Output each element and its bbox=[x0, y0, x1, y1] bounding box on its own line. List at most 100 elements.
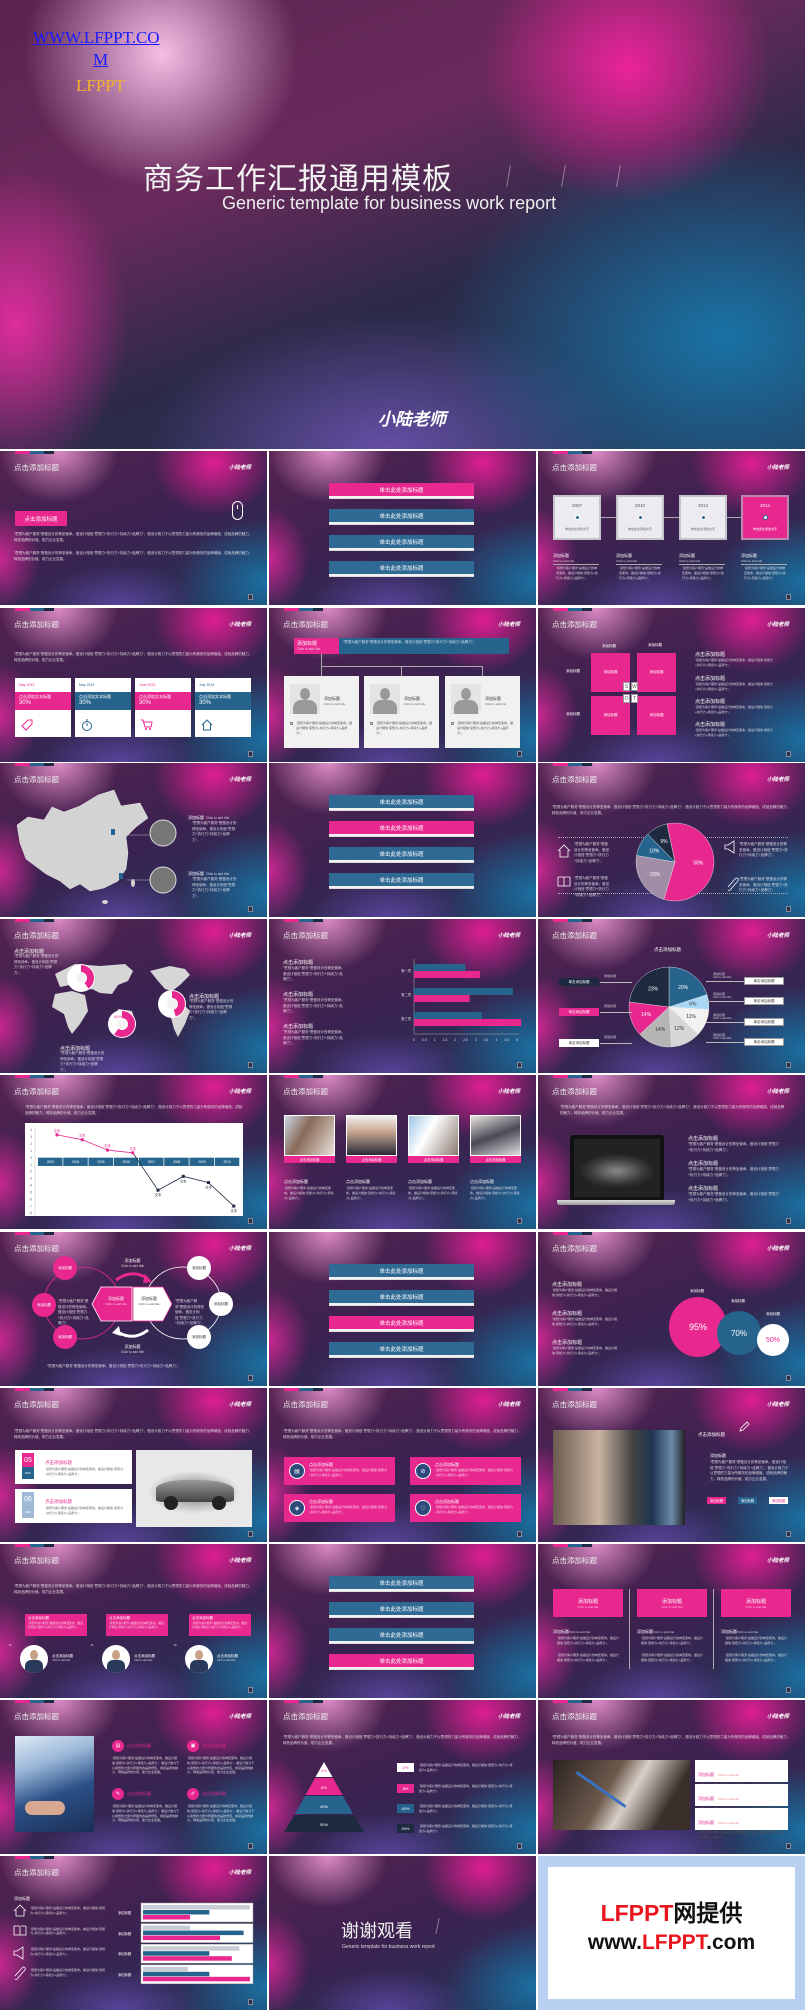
section-item[interactable]: 单击此处添加标题 bbox=[329, 1316, 474, 1331]
slide-timeline[interactable]: 2007 单击此处添加文字 添加标题 Click to add title “思想为客户… bbox=[538, 451, 805, 605]
section-item[interactable]: 单击此处添加标题 bbox=[329, 1290, 474, 1305]
paperclip-icon bbox=[14, 1966, 26, 1980]
slide-handshake[interactable]: ▤ 点击添加标题 “思想为客户服务”是做设计的神圣使命。做设计相信“思想力+执行力+… bbox=[0, 1700, 267, 1854]
year-label: 2005 bbox=[97, 1160, 105, 1164]
pyramid-legend-box: 2% bbox=[397, 1763, 414, 1772]
callout-button[interactable]: 单击添加标题 bbox=[744, 1038, 784, 1046]
stat-value: 30% bbox=[19, 700, 32, 706]
slide-thanks[interactable]: 谢谢观看 Generic template for business work … bbox=[269, 1856, 536, 2010]
section-item[interactable]: 单击此处添加标题 bbox=[329, 873, 474, 888]
slide-bar-chart[interactable]: 点击添加标题 “思想为客户服务”是做设计的神圣使命。做设计相信“思想力+执行力+… bbox=[269, 919, 536, 1073]
accent-bar-blue bbox=[299, 1388, 313, 1391]
section-slide-2[interactable]: 单击此处添加标题 单击此处添加标题 单击此处添加标题 单击此处添加标题 bbox=[269, 763, 536, 917]
section-item[interactable]: 单击此处添加标题 bbox=[329, 795, 474, 810]
slide-china-map[interactable]: 添加标题 Click to add title “思想为客户服务”是做设计的神圣… bbox=[0, 763, 267, 917]
slide-swot[interactable]: 添加标题 添加标题 添加标题 添加标题 S W O T 添加标题 添加标题 添加标题 添加标题 点击添加… bbox=[538, 608, 805, 762]
cover-slide[interactable]: WWW.LFPPT.CO M LFPPT 商务工作汇报通用模板 Generic … bbox=[0, 0, 805, 449]
tag-button-white[interactable]: 添加标题 bbox=[769, 1497, 788, 1504]
body-paragraph: “思想为客户服务”是做设计的神圣使命。做设计相信“思想力+执行力+持续力+品牌力… bbox=[14, 652, 253, 662]
callout-button[interactable]: 单击添加标题 bbox=[744, 977, 784, 985]
info-card-text: “思想为客户服务”是做设计的神圣使命。做设计相信“思想力+执行力+持续力+品牌力… bbox=[698, 1830, 784, 1839]
section-item[interactable]: 单击此处添加标题 bbox=[329, 1628, 474, 1643]
website-link-continued[interactable]: M bbox=[93, 50, 108, 70]
timeline-sublabel: Click to add title bbox=[679, 559, 701, 563]
section-item[interactable]: 单击此处添加标题 bbox=[329, 535, 474, 550]
slide-intro-text[interactable]: 点击添加标题 “思想为客户服务”是做设计的神圣使命。做设计相信“思想力+执行力+… bbox=[0, 451, 267, 605]
section-item[interactable]: 单击此处添加标题 bbox=[329, 561, 474, 576]
accent-bar-blue bbox=[568, 1388, 582, 1391]
year-label: 2009 bbox=[198, 1160, 206, 1164]
accent-bar-navy bbox=[44, 1856, 54, 1859]
tag-button-blue[interactable]: 添加标题 bbox=[738, 1497, 757, 1504]
slide-team[interactable]: 添加标题 Click to add title “思想为客户服务”是做设计的神圣… bbox=[269, 608, 536, 762]
callout-button[interactable]: 单击添加标题 bbox=[559, 1008, 599, 1016]
accent-bar-navy bbox=[44, 1232, 54, 1235]
column-label: 添加标题 bbox=[553, 1629, 569, 1634]
slide-title: 点击添加标题 bbox=[552, 1556, 597, 1565]
section-item[interactable]: 单击此处添加标题 bbox=[329, 1654, 474, 1669]
icon-box-text: “思想为客户服务”是做设计的神圣使命。做设计相信“思想力+执行力+持续力+品牌力… bbox=[435, 1468, 513, 1477]
slide-laptop[interactable]: “思想为客户服务”是做设计的神圣使命。做设计相信“思想力+执行力+持续力+品牌力… bbox=[538, 1075, 805, 1229]
slide-pie-chart-labels[interactable]: 点击添加标题 20% 6% 11% 12% 14% 14% 23% 单击添加标题 添加标题 单击… bbox=[538, 919, 805, 1073]
bullet-text: “思想为客户服务”是做设计的神圣使命。做设计相信“思想力+执行力+持续力+品牌力… bbox=[47, 1364, 181, 1368]
note-title: 点击添加标题 bbox=[552, 1282, 583, 1288]
title-button[interactable]: 点击添加标题 bbox=[15, 511, 67, 526]
bar-pink bbox=[143, 1956, 232, 1961]
slide-four-cards[interactable]: “思想为客户服务”是做设计的神圣使命。做设计相信“思想力+执行力+持续力+品牌力… bbox=[0, 608, 267, 762]
callout-label: 添加标题 bbox=[604, 1004, 617, 1008]
slide-world-map[interactable]: 40% 60% 45% 点击添加标题 “思想为客户服务”是做设计的神圣使命。做设计相… bbox=[0, 919, 267, 1073]
section-item[interactable]: 单击此处添加标题 bbox=[329, 1602, 474, 1617]
paperclip-icon bbox=[727, 877, 739, 891]
slide-cycle[interactable]: 添加标题 添加标题 添加标题 添加标题 添加标题 添加标题 添加标题 Click to ad… bbox=[0, 1232, 267, 1386]
avatar-head bbox=[195, 1650, 203, 1660]
slide-photo-feature[interactable]: 点击添加标题 添加标题 “思想为客户服务”是做设计的神圣使命。做设计相信“思想力… bbox=[538, 1388, 805, 1542]
website-link[interactable]: WWW.LFPPT.CO bbox=[33, 28, 160, 48]
slide-photos[interactable]: 点击添加标题 点击添加标题 “思想为客户服务”是做设计的神圣使命。做设计相信“思想力… bbox=[269, 1075, 536, 1229]
accent-bar-navy bbox=[313, 1700, 323, 1703]
column-subtitle: Click to add title bbox=[745, 1604, 767, 1609]
quote-box: 点击添加标题 “思想为客户服务”是做设计的神圣使命。做设计相信“思想力+执行力+持… bbox=[189, 1614, 251, 1636]
y-tick-label: -1 bbox=[29, 1163, 32, 1167]
promo-slide[interactable]: LFPPT网提供 www.LFPPT.com bbox=[538, 1856, 805, 2010]
promo-line-2[interactable]: www.LFPPT.com bbox=[538, 1931, 805, 1955]
section-slide-4[interactable]: 单击此处添加标题 单击此处添加标题 单击此处添加标题 单击此处添加标题 bbox=[269, 1544, 536, 1698]
callout-button[interactable]: 单击添加标题 bbox=[744, 1018, 784, 1026]
quote-text: “思想为客户服务”是做设计的神圣使命。做设计相信“思想力+执行力+持续力+品牌力… bbox=[109, 1621, 165, 1630]
accent-bar-navy bbox=[44, 1700, 54, 1703]
callout-button[interactable]: 单击添加标题 bbox=[559, 1039, 599, 1047]
pie2-label: 23% bbox=[648, 986, 659, 992]
heart-icon: ♡ bbox=[415, 1500, 431, 1516]
callout-button[interactable]: 单击添加标题 bbox=[559, 978, 599, 986]
slide-dated-cards[interactable]: “思想为客户服务”是做设计的神圣使命。做设计相信“思想力+执行力+持续力+品牌力… bbox=[0, 1388, 267, 1542]
section-item[interactable]: 单击此处添加标题 bbox=[329, 1576, 474, 1591]
swot-item-text: “思想为客户服务”是做设计的神圣使命。做设计相信“思想力+执行力+持续力+品牌力… bbox=[695, 728, 773, 737]
slide-grouped-bars[interactable]: 添加标题 “思想为客户服务”是做设计的神圣使命。做设计相信“思想力+执行力+持续… bbox=[0, 1856, 267, 2010]
slide-circles[interactable]: 点击添加标题 “思想为客户服务”是做设计的神圣使命。做设计相信“思想力+执行力+持… bbox=[538, 1232, 805, 1386]
section-item[interactable]: 单击此处添加标题 bbox=[329, 1264, 474, 1279]
bar-grey bbox=[143, 1905, 250, 1910]
slide-pie-chart[interactable]: “思想为客户服务”是做设计的神圣使命。做设计相信“思想力+执行力+持续力+品牌力… bbox=[538, 763, 805, 917]
section-item[interactable]: 单击此处添加标题 bbox=[329, 1342, 474, 1357]
section-item[interactable]: 单击此处添加标题 bbox=[329, 483, 474, 498]
slide-icon-boxes[interactable]: “思想为客户服务”是做设计的神圣使命。做设计相信“思想力+执行力+持续力+品牌力… bbox=[269, 1388, 536, 1542]
section-slide-3[interactable]: 单击此处添加标题 单击此处添加标题 单击此处添加标题 单击此处添加标题 bbox=[269, 1232, 536, 1386]
callout-button[interactable]: 单击添加标题 bbox=[744, 997, 784, 1005]
accent-bar-blue bbox=[299, 1700, 313, 1703]
tag-button-pink[interactable]: 添加标题 bbox=[707, 1497, 726, 1504]
team-card: 添加标题 Click to add title “思想为客户服务”是做设计的神圣使命… bbox=[445, 676, 520, 748]
section-slide-1[interactable]: 单击此处添加标题 单击此处添加标题 单击此处添加标题 单击此处添加标题 bbox=[269, 451, 536, 605]
section-item[interactable]: 单击此处添加标题 bbox=[329, 509, 474, 524]
section-item[interactable]: 单击此处添加标题 bbox=[329, 821, 474, 836]
section-item[interactable]: 单击此处添加标题 bbox=[329, 847, 474, 862]
slide-line-chart[interactable]: “思想为客户服务”是做设计的神圣使命。做设计相信“思想力+执行力+持续力+品牌力… bbox=[0, 1075, 267, 1229]
slide-three-columns[interactable]: 添加标题 Click to add title 添加标题 Click to add t… bbox=[538, 1544, 805, 1698]
timeline-year: 2010 bbox=[634, 503, 645, 508]
header-subtitle: Click to add title bbox=[297, 647, 321, 651]
page-number-box bbox=[248, 1843, 253, 1849]
timeline-dot bbox=[638, 515, 643, 520]
slide-pyramid[interactable]: “思想为客户服务”是做设计的神圣使命。做设计相信“思想力+执行力+持续力+品牌力… bbox=[269, 1700, 536, 1854]
pie-chart: 20% 6% 11%12% 14% 14% 23% bbox=[628, 966, 710, 1048]
row-label: 添加标题 bbox=[118, 1911, 132, 1915]
slide-testimonials[interactable]: “思想为客户服务”是做设计的神圣使命。做设计相信“思想力+执行力+持续力+品牌力… bbox=[0, 1544, 267, 1698]
slide-pen-photo[interactable]: “思想为客户服务”是做设计的神圣使命。做设计相信“思想力+执行力+持续力+品牌力… bbox=[538, 1700, 805, 1854]
